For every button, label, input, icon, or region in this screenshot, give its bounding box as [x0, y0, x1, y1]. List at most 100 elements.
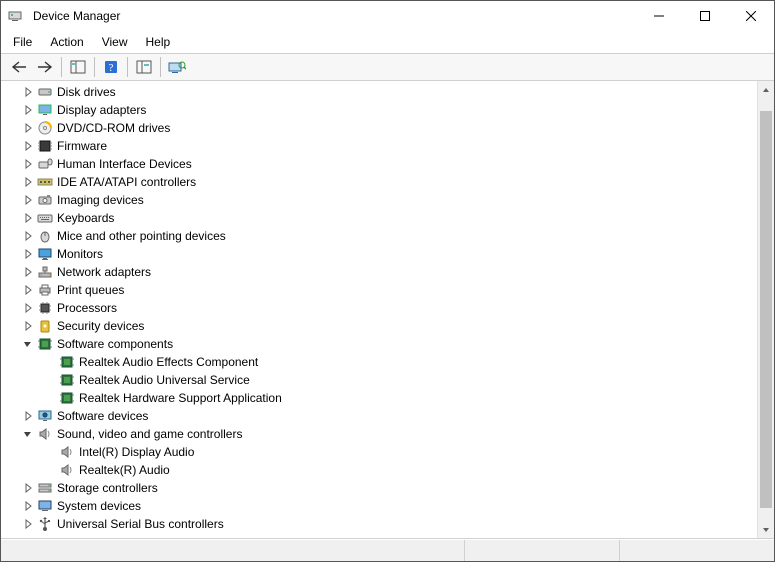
menubar: File Action View Help [1, 31, 774, 53]
menu-help[interactable]: Help [138, 33, 179, 51]
tree-node[interactable]: Universal Serial Bus controllers [1, 515, 757, 533]
scan-hardware-button[interactable] [165, 56, 189, 78]
tree-node[interactable]: Network adapters [1, 263, 757, 281]
tree-node[interactable]: Disk drives [1, 83, 757, 101]
collapse-icon[interactable] [21, 427, 35, 441]
tree-node[interactable]: Realtek Audio Effects Component [1, 353, 757, 371]
expand-icon[interactable] [21, 175, 35, 189]
expander-placeholder [43, 355, 57, 369]
tree-node[interactable]: Monitors [1, 245, 757, 263]
expand-icon[interactable] [21, 211, 35, 225]
sound-icon [59, 444, 75, 460]
expand-icon[interactable] [21, 481, 35, 495]
firmware-icon [37, 138, 53, 154]
expand-icon[interactable] [21, 499, 35, 513]
menu-file[interactable]: File [5, 33, 40, 51]
security-icon [37, 318, 53, 334]
tree-node-label: Storage controllers [57, 479, 158, 497]
expand-icon[interactable] [21, 265, 35, 279]
expand-icon[interactable] [21, 85, 35, 99]
show-hide-tree-button[interactable] [66, 56, 90, 78]
expand-icon[interactable] [21, 193, 35, 207]
help-button[interactable]: ? [99, 56, 123, 78]
printer-icon [37, 282, 53, 298]
status-cell-2 [464, 540, 619, 561]
toolbar: ? [1, 53, 774, 81]
expand-icon[interactable] [21, 247, 35, 261]
window-title: Device Manager [33, 9, 120, 23]
expand-icon[interactable] [21, 103, 35, 117]
device-tree[interactable]: Disk drivesDisplay adaptersDVD/CD-ROM dr… [1, 81, 757, 538]
tree-node-label: Monitors [57, 245, 103, 263]
expand-icon[interactable] [21, 157, 35, 171]
menu-view[interactable]: View [94, 33, 136, 51]
swcomp-icon [59, 390, 75, 406]
scrollbar-thumb[interactable] [760, 111, 772, 509]
forward-button[interactable] [33, 56, 57, 78]
tree-node[interactable]: Security devices [1, 317, 757, 335]
tree-node[interactable]: Firmware [1, 137, 757, 155]
scrollbar-track[interactable] [758, 98, 774, 521]
dvd-icon [37, 120, 53, 136]
tree-node[interactable]: Realtek Audio Universal Service [1, 371, 757, 389]
minimize-button[interactable] [636, 1, 682, 31]
tree-node-label: Realtek Hardware Support Application [79, 389, 282, 407]
tree-node-label: Human Interface Devices [57, 155, 192, 173]
tree-node-label: Network adapters [57, 263, 151, 281]
tree-node[interactable]: Mice and other pointing devices [1, 227, 757, 245]
imaging-icon [37, 192, 53, 208]
tree-node[interactable]: Imaging devices [1, 191, 757, 209]
expander-placeholder [43, 463, 57, 477]
tree-node[interactable]: Intel(R) Display Audio [1, 443, 757, 461]
tree-node-label: Disk drives [57, 83, 116, 101]
scroll-down-button[interactable] [758, 521, 775, 538]
ide-icon [37, 174, 53, 190]
tree-node[interactable]: DVD/CD-ROM drives [1, 119, 757, 137]
tree-node-label: Intel(R) Display Audio [79, 443, 194, 461]
tree-node[interactable]: Keyboards [1, 209, 757, 227]
keyboard-icon [37, 210, 53, 226]
expand-icon[interactable] [21, 409, 35, 423]
status-cell-3 [619, 540, 774, 561]
tree-node[interactable]: Display adapters [1, 101, 757, 119]
sound-icon [37, 426, 53, 442]
content-area: Disk drivesDisplay adaptersDVD/CD-ROM dr… [1, 81, 774, 539]
maximize-button[interactable] [682, 1, 728, 31]
close-button[interactable] [728, 1, 774, 31]
tree-node-label: Display adapters [57, 101, 146, 119]
tree-node-label: Print queues [57, 281, 124, 299]
tree-node[interactable]: Storage controllers [1, 479, 757, 497]
tree-node-label: Firmware [57, 137, 107, 155]
menu-action[interactable]: Action [42, 33, 91, 51]
back-button[interactable] [7, 56, 31, 78]
tree-node[interactable]: Print queues [1, 281, 757, 299]
sound-icon [59, 462, 75, 478]
status-cell-1 [1, 540, 464, 561]
tree-node[interactable]: Sound, video and game controllers [1, 425, 757, 443]
storage-icon [37, 480, 53, 496]
expand-icon[interactable] [21, 319, 35, 333]
expand-icon[interactable] [21, 229, 35, 243]
expand-icon[interactable] [21, 139, 35, 153]
vertical-scrollbar[interactable] [757, 81, 774, 538]
expander-placeholder [43, 391, 57, 405]
expand-icon[interactable] [21, 301, 35, 315]
tree-node[interactable]: IDE ATA/ATAPI controllers [1, 173, 757, 191]
tree-node-label: Software devices [57, 407, 148, 425]
tree-node[interactable]: System devices [1, 497, 757, 515]
tree-node[interactable]: Software components [1, 335, 757, 353]
tree-node-label: Sound, video and game controllers [57, 425, 242, 443]
tree-node[interactable]: Realtek(R) Audio [1, 461, 757, 479]
scroll-up-button[interactable] [758, 81, 775, 98]
tree-node-label: System devices [57, 497, 141, 515]
expand-icon[interactable] [21, 121, 35, 135]
tree-node[interactable]: Realtek Hardware Support Application [1, 389, 757, 407]
expand-icon[interactable] [21, 283, 35, 297]
tree-node[interactable]: Human Interface Devices [1, 155, 757, 173]
properties-button[interactable] [132, 56, 156, 78]
expand-icon[interactable] [21, 517, 35, 531]
tree-node-label: Processors [57, 299, 117, 317]
collapse-icon[interactable] [21, 337, 35, 351]
tree-node[interactable]: Software devices [1, 407, 757, 425]
tree-node[interactable]: Processors [1, 299, 757, 317]
